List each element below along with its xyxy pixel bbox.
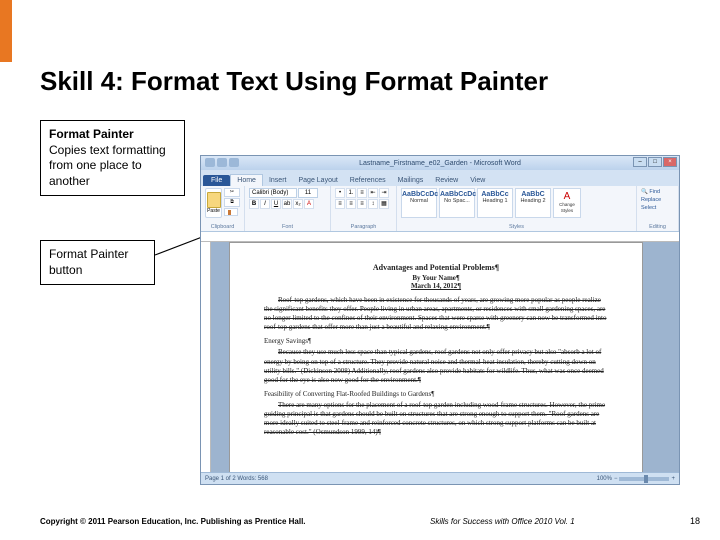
document-page: Advantages and Potential Problems¶ By Yo… [229,242,643,472]
tab-review[interactable]: Review [429,175,464,186]
ribbon-group-editing: 🔍 Find Replace Select Editing [637,186,679,231]
ribbon-tabs: File Home Insert Page Layout References … [201,170,679,186]
tab-view[interactable]: View [464,175,491,186]
doc-para1: Roof-top gardens, which have been in exi… [264,296,608,332]
paste-label: Paste [207,208,220,214]
style-normal[interactable]: AaBbCcDcNormal [401,188,437,218]
qat-save-icon[interactable] [205,158,215,167]
select-button[interactable]: Select [641,204,674,212]
copy-button[interactable]: ⧉ [224,198,240,207]
editing-label: Editing [637,224,678,230]
style-heading2[interactable]: AaBbCHeading 2 [515,188,551,218]
doc-subhead1: Energy Savings¶ [264,337,608,346]
doc-subhead2: Feasibility of Converting Flat-Roofed Bu… [264,390,608,399]
doc-heading: Advantages and Potential Problems¶ [264,263,608,272]
tab-page-layout[interactable]: Page Layout [292,175,343,186]
paste-icon [207,192,221,208]
indent-dec-button[interactable]: ⇤ [368,188,378,198]
styles-label: Styles [397,224,636,230]
change-styles-button[interactable]: AChange Styles [553,188,581,218]
window-title: Lastname_Firstname_e02_Garden - Microsof… [359,160,521,167]
ribbon-group-styles: AaBbCcDcNormal AaBbCcDcNo Spac... AaBbCc… [397,186,637,231]
maximize-button[interactable]: □ [648,157,662,167]
ribbon-group-clipboard: Paste ✂ ⧉ Clipboard [201,186,245,231]
status-left: Page 1 of 2 Words: 568 [205,476,268,482]
callout-format-painter-desc: Format Painter Copies text formatting fr… [40,120,185,196]
minimize-button[interactable]: – [633,157,647,167]
quick-access-toolbar [205,158,239,167]
tab-home[interactable]: Home [230,174,263,186]
doc-para2: Because they use much less space than ty… [264,348,608,384]
document-area[interactable]: Advantages and Potential Problems¶ By Yo… [211,242,679,472]
find-button[interactable]: 🔍 Find [641,188,674,196]
tab-references[interactable]: References [344,175,392,186]
underline-button[interactable]: U [271,199,281,209]
paste-button[interactable]: Paste [205,188,222,218]
italic-button[interactable]: I [260,199,270,209]
font-size-select[interactable]: 11 [298,188,318,198]
multilevel-button[interactable]: ≡ [357,188,367,198]
paragraph-label: Paragraph [331,224,396,230]
slide-title: Skill 4: Format Text Using Format Painte… [40,66,548,97]
doc-byline: By Your Name¶ [264,274,608,282]
status-bar: Page 1 of 2 Words: 568 100% −+ [201,472,679,484]
window-controls: – □ × [633,157,677,167]
zoom-value: 100% [597,476,612,482]
qat-undo-icon[interactable] [217,158,227,167]
text-color-button[interactable]: A [304,199,314,209]
format-painter-button[interactable] [224,208,238,216]
zoom-control[interactable]: 100% −+ [597,476,675,482]
replace-button[interactable]: Replace [641,196,674,204]
footer-text: Skills for Success with Office 2010 Vol.… [430,517,575,526]
vertical-ruler [201,242,211,472]
ribbon: Paste ✂ ⧉ Clipboard Calibri (Body) 11 B … [201,186,679,232]
align-left-button[interactable]: ≡ [335,199,345,209]
font-name-select[interactable]: Calibri (Body) [249,188,297,198]
window-titlebar: Lastname_Firstname_e02_Garden - Microsof… [201,156,679,170]
callout-format-painter-button: Format Painter button [40,240,155,285]
accent-bar [0,0,12,62]
slide-number: 18 [690,516,700,526]
callout1-body: Copies text formatting from one place to… [49,143,166,188]
tab-insert[interactable]: Insert [263,175,293,186]
bold-button[interactable]: B [249,199,259,209]
tab-file[interactable]: File [203,175,230,186]
bullets-button[interactable]: • [335,188,345,198]
close-button[interactable]: × [663,157,677,167]
zoom-slider[interactable] [619,477,669,481]
numbering-button[interactable]: 1. [346,188,356,198]
callout1-title: Format Painter [49,127,134,141]
style-nospacing[interactable]: AaBbCcDcNo Spac... [439,188,475,218]
clipboard-label: Clipboard [201,224,244,230]
doc-date: March 14, 2012¶ [264,282,608,290]
align-center-button[interactable]: ≡ [346,199,356,209]
ribbon-group-paragraph: • 1. ≡ ⇤ ⇥ ≡ ≡ ≡ ↕ ▦ Paragraph [331,186,397,231]
line-spacing-button[interactable]: ↕ [368,199,378,209]
align-right-button[interactable]: ≡ [357,199,367,209]
shading-button[interactable]: ▦ [379,199,389,209]
doc-para3: There are many options for the placement… [264,401,608,437]
strike-button[interactable]: ab [282,199,292,209]
copyright-text: Copyright © 2011 Pearson Education, Inc.… [40,517,306,526]
subscript-button[interactable]: x₂ [293,199,303,209]
font-label: Font [245,224,330,230]
style-heading1[interactable]: AaBbCcHeading 1 [477,188,513,218]
cut-button[interactable]: ✂ [224,188,240,197]
ribbon-group-font: Calibri (Body) 11 B I U ab x₂ A Font [245,186,331,231]
tab-mailings[interactable]: Mailings [392,175,430,186]
horizontal-ruler [201,232,679,242]
qat-redo-icon[interactable] [229,158,239,167]
word-window: Lastname_Firstname_e02_Garden - Microsof… [200,155,680,485]
indent-inc-button[interactable]: ⇥ [379,188,389,198]
